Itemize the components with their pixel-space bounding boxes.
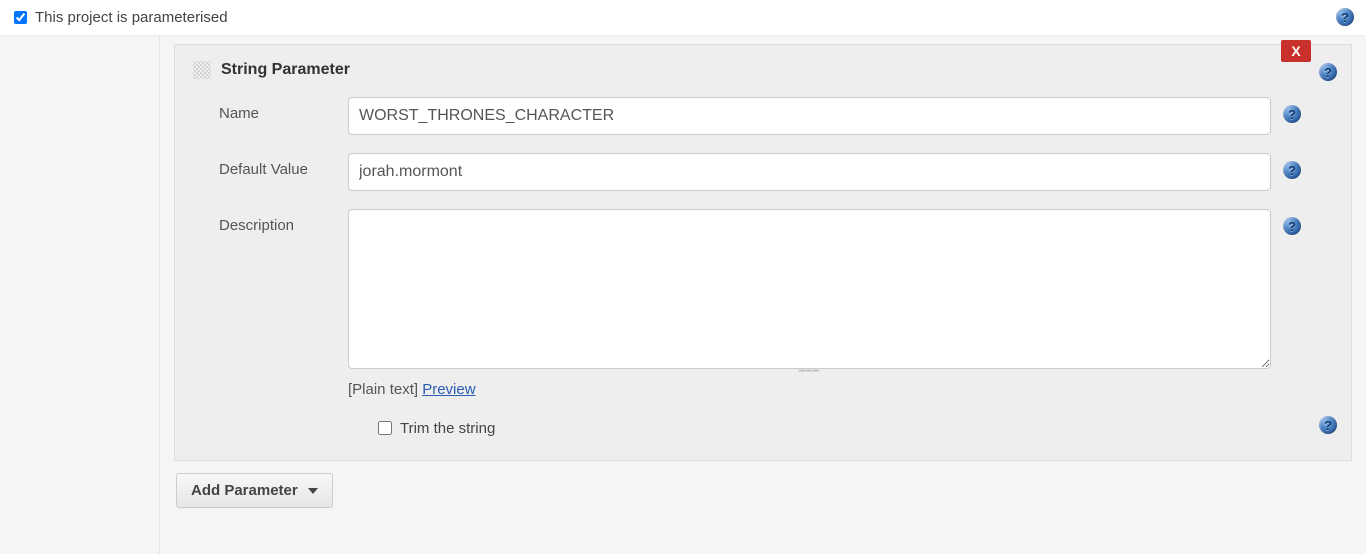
delete-parameter-button[interactable]: X — [1281, 40, 1311, 62]
help-icon[interactable] — [1283, 161, 1301, 179]
description-textarea[interactable] — [348, 209, 1271, 369]
name-input[interactable] — [348, 97, 1271, 135]
preview-link[interactable]: Preview — [422, 381, 475, 398]
default-value-label: Default Value — [193, 153, 348, 178]
help-icon[interactable] — [1283, 105, 1301, 123]
parameter-title: String Parameter — [221, 61, 350, 79]
drag-handle-icon[interactable] — [193, 61, 211, 79]
left-gutter — [0, 36, 160, 554]
description-label: Description — [193, 209, 348, 234]
parameterised-checkbox[interactable] — [14, 11, 27, 24]
help-icon[interactable] — [1319, 416, 1337, 434]
default-value-input[interactable] — [348, 153, 1271, 191]
caret-down-icon — [308, 488, 318, 494]
add-parameter-label: Add Parameter — [191, 482, 298, 499]
help-icon[interactable] — [1336, 8, 1354, 26]
help-icon[interactable] — [1283, 217, 1301, 235]
name-label: Name — [193, 97, 348, 122]
add-parameter-button[interactable]: Add Parameter — [176, 473, 333, 508]
parameterised-label: This project is parameterised — [35, 9, 228, 26]
trim-label: Trim the string — [400, 420, 495, 437]
help-icon[interactable] — [1319, 63, 1337, 81]
description-format-note: [Plain text] — [348, 381, 422, 398]
string-parameter-block: X String Parameter Name Default Value — [174, 44, 1352, 461]
resize-grip-icon[interactable]: ━━━ — [348, 366, 1271, 377]
trim-checkbox[interactable] — [378, 421, 392, 435]
